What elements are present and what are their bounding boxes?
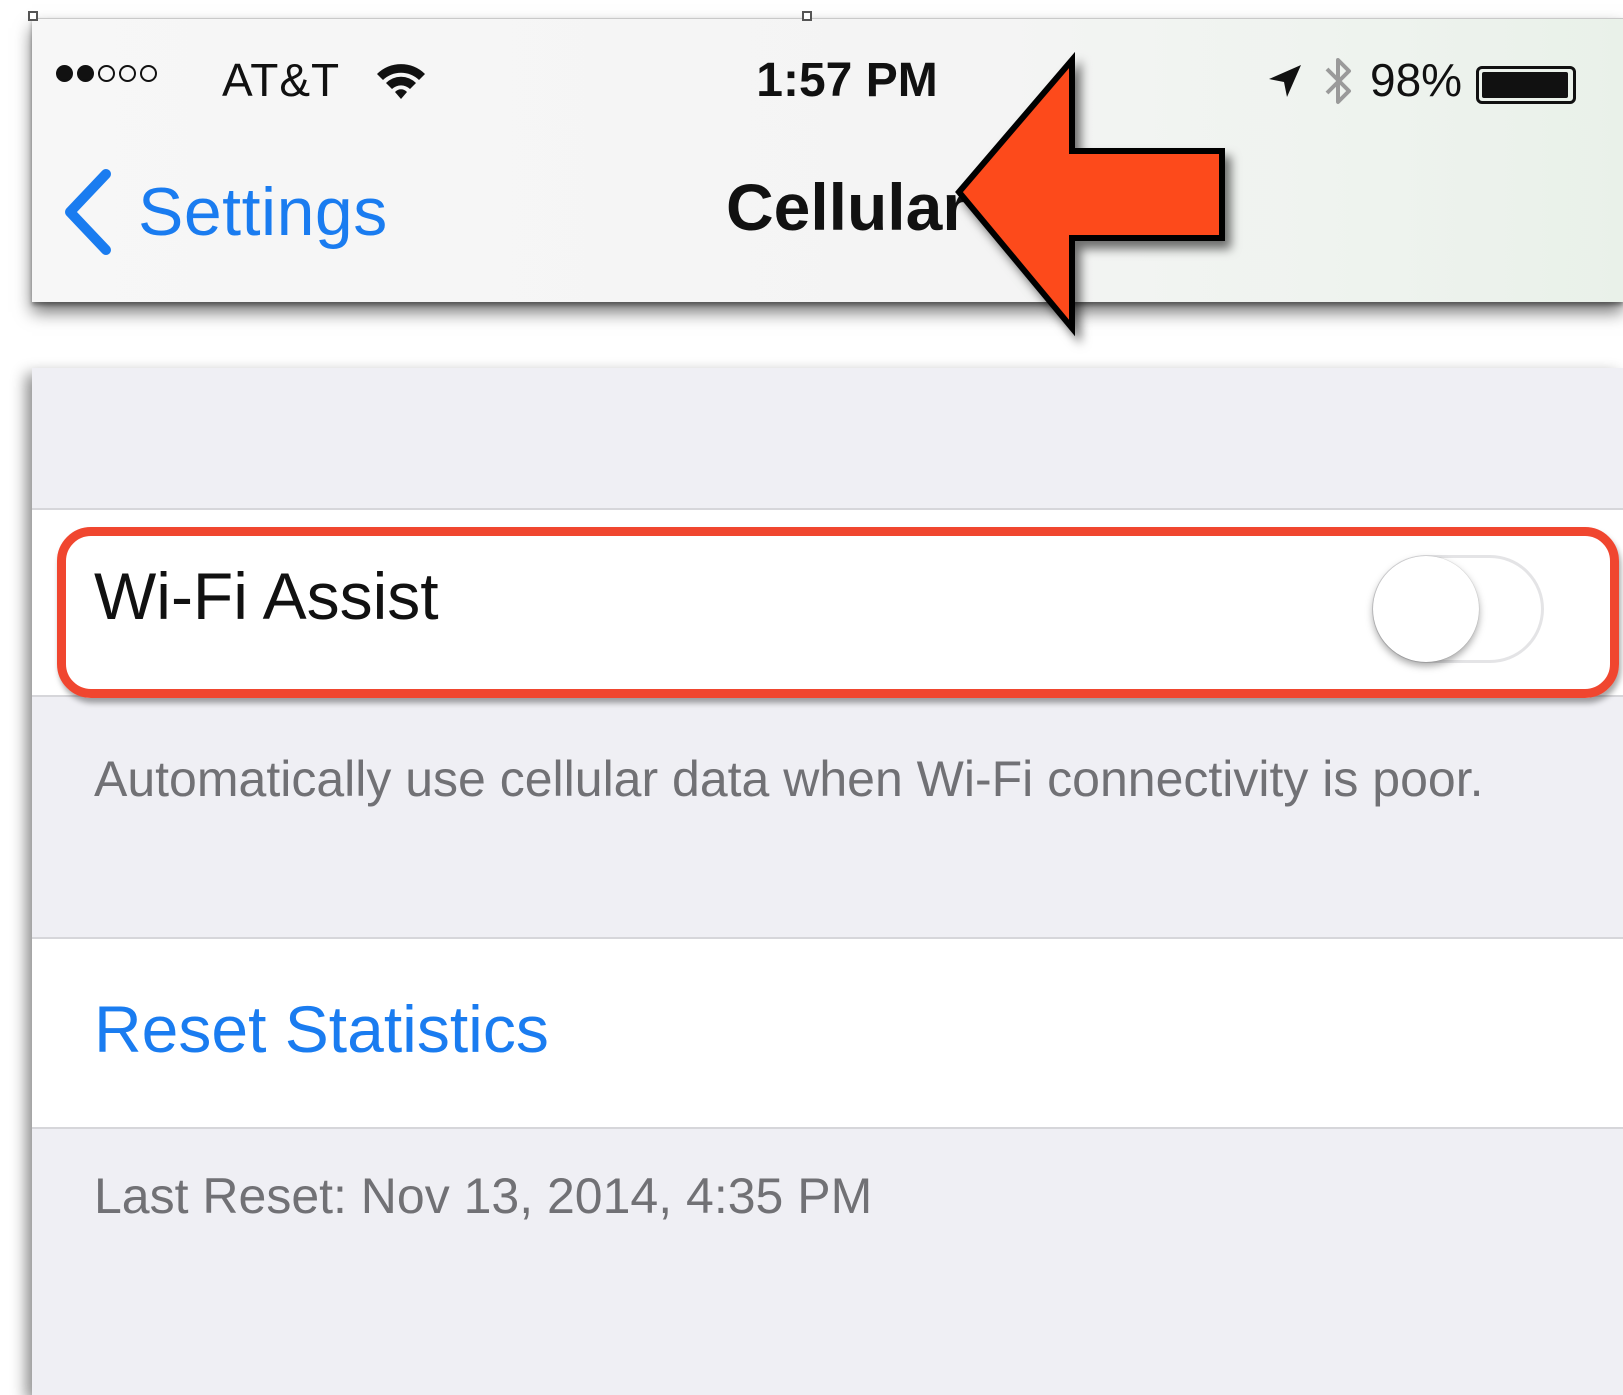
- wifi-assist-label: Wi-Fi Assist: [94, 559, 439, 633]
- navigation-bar: Settings Cellular: [32, 129, 1623, 302]
- annotation-arrow-icon: [955, 52, 1225, 337]
- settings-content: Wi-Fi Assist Automatically use cellular …: [32, 368, 1623, 1395]
- wifi-assist-description: Automatically use cellular data when Wi-…: [94, 751, 1484, 807]
- battery-icon: [1476, 66, 1576, 104]
- wifi-assist-toggle[interactable]: [1372, 555, 1544, 663]
- toggle-knob: [1373, 556, 1479, 662]
- last-reset-text: Last Reset: Nov 13, 2014, 4:35 PM: [94, 1168, 873, 1224]
- header-card: AT&T 1:57 PM 98% Settings Cellular: [28, 11, 1623, 302]
- battery-percent: 98%: [1370, 54, 1463, 106]
- status-bar: AT&T 1:57 PM 98%: [32, 19, 1623, 119]
- bluetooth-icon: [1325, 58, 1351, 104]
- page-title: Cellular: [725, 170, 969, 244]
- battery-level-fill: [1482, 72, 1569, 98]
- reset-statistics-button[interactable]: Reset Statistics: [32, 937, 1623, 1129]
- reset-statistics-label: Reset Statistics: [94, 992, 549, 1066]
- location-arrow-icon: [1269, 65, 1301, 97]
- wifi-assist-row: Wi-Fi Assist: [32, 508, 1623, 697]
- screenshot-page: AT&T 1:57 PM 98% Settings Cellular Wi-Fi…: [0, 0, 1623, 1395]
